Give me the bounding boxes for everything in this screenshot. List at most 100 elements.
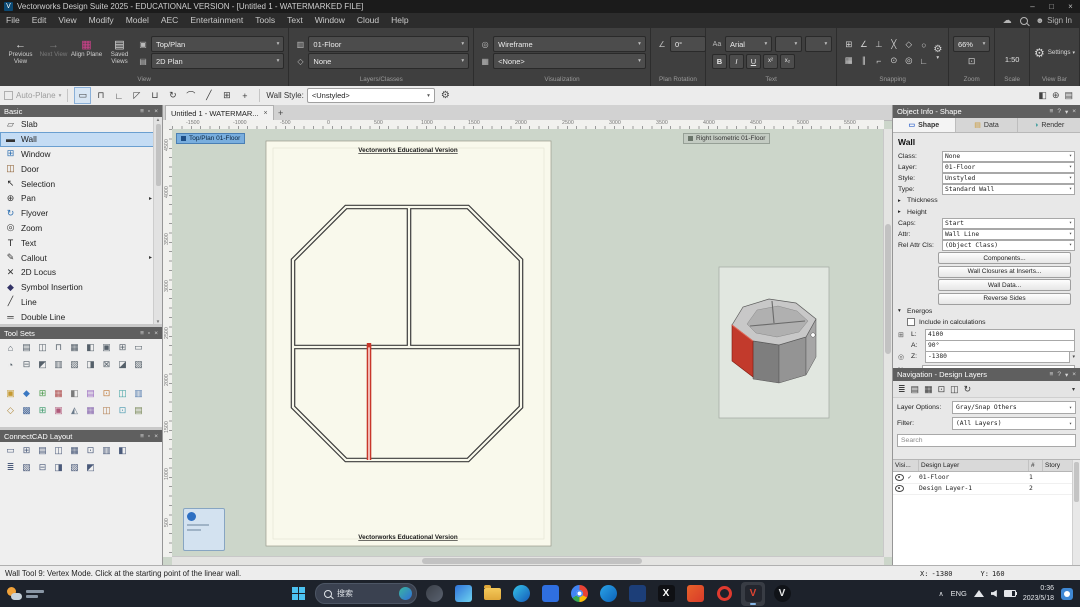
connectcad-icon[interactable]: ▨ [68,461,81,474]
view-mode-dropdown[interactable]: Top/Plan ▾ [151,36,285,52]
palette-close-icon[interactable]: × [154,330,158,337]
toolset-icon[interactable]: ▧ [132,358,145,371]
scale-value[interactable]: 1:50 [999,55,1025,64]
connectcad-icon[interactable]: ⊞ [20,444,33,457]
tray-chevron-icon[interactable]: ∧ [938,590,943,598]
navigation-mode-icon[interactable]: ⊡ [938,384,946,395]
type-dropdown[interactable]: Standard Wall ▾ [942,183,1075,195]
drawing-canvas[interactable]: Vectorworks Educational Version Vectorwo… [172,129,884,557]
menu-aec[interactable]: AEC [155,15,184,25]
horizontal-scrollbar[interactable] [172,556,884,565]
wall-mode-icon[interactable]: ⊞ [218,87,235,104]
taskbar-app-icon[interactable] [422,582,446,606]
wall-mode-icon[interactable]: ⊔ [146,87,163,104]
auto-plane-toggle[interactable]: Auto-Plane ▾ [4,91,61,100]
zoom-level-dropdown[interactable]: 66% ▾ [952,36,991,52]
toolset-icon[interactable]: ◭ [68,404,81,417]
cloud-icon[interactable]: ☁ [1003,15,1012,26]
connectcad-icon[interactable]: ⊟ [36,461,49,474]
rel-attr-dropdown[interactable]: (Object Class) ▾ [942,239,1075,251]
language-indicator[interactable]: ENG [951,589,967,598]
tab-render[interactable]: ◑ Render [1018,118,1080,132]
menu-model[interactable]: Model [120,15,155,25]
menu-tools[interactable]: Tools [249,15,281,25]
components-button[interactable]: Components... [938,252,1071,264]
connectcad-icon[interactable]: ▥ [100,444,113,457]
toolset-icon[interactable]: ⊞ [36,404,49,417]
maximize-button[interactable]: □ [1042,0,1061,13]
navigation-mode-icon[interactable]: ▦ [924,384,933,395]
toolset-icon[interactable]: ⊡ [116,404,129,417]
palette-close-icon[interactable]: × [154,433,158,440]
toolset-icon[interactable]: ⊟ [20,358,33,371]
tool-flyover[interactable]: ↻ Flyover [0,206,154,221]
layer-row[interactable]: Design Layer-1 2 [893,484,1073,495]
tool-window[interactable]: ⊞ Window [0,147,154,162]
snap-mode-icon[interactable]: ∟ [916,53,931,69]
connectcad-icon[interactable]: ◫ [52,444,65,457]
connectcad-icon[interactable]: ▧ [20,461,33,474]
navigation-mode-icon[interactable]: ↻ [964,384,972,395]
length-field[interactable]: 4100 [925,329,1075,341]
toolset-icon[interactable]: ▭ [132,341,145,354]
panel-menu-icon[interactable]: ≡ [1050,371,1054,378]
navigation-header[interactable]: Navigation - Design Layers ≡ ? ▾ × [893,368,1080,381]
toolset-icon[interactable]: ◫ [100,404,113,417]
toolset-icon[interactable]: ⊓ [52,341,65,354]
menu-window[interactable]: Window [309,15,351,25]
wall-data-button[interactable]: Wall Data... [938,279,1071,291]
toolset-icon[interactable]: ◧ [68,387,81,400]
toolset-icon[interactable]: ⊡ [100,387,113,400]
plan-rotation-field[interactable]: 0° [669,36,706,52]
wall-mode-icon[interactable]: ⌒ [182,87,199,104]
include-checkbox[interactable] [907,318,915,327]
toolset-icon[interactable]: ▣ [52,404,65,417]
table-scrollbar[interactable] [1072,460,1080,565]
object-info-header[interactable]: Object Info - Shape ≡ ? ▾ × [893,105,1080,118]
connectcad-palette-header[interactable]: ConnectCAD Layout ≡ ▫ × [0,430,162,443]
palette-scrollbar[interactable]: ▲ ▼ [153,117,162,325]
toolset-icon[interactable]: ⊠ [100,358,113,371]
taskbar-app-icon[interactable] [509,582,533,606]
scroll-up-icon[interactable]: ▲ [156,117,160,122]
tool-sets-palette-header[interactable]: Tool Sets ≡ ▫ × [0,327,162,340]
taskbar-app-icon[interactable] [596,582,620,606]
connectcad-icon[interactable]: ◩ [84,461,97,474]
toolset-icon[interactable]: ⊞ [36,387,49,400]
z-field[interactable]: -1380 [925,351,1071,363]
toolset-icon[interactable]: ▤ [84,387,97,400]
previous-view-button[interactable]: ← Previous View [4,39,37,66]
toolset-icon[interactable]: ◔ [4,358,17,371]
style-dropdown[interactable]: Unstyled ▾ [942,172,1075,184]
toolset-icon[interactable]: ◫ [36,341,49,354]
projection-dropdown[interactable]: 2D Plan ▾ [151,53,285,69]
notification-icon[interactable] [1061,587,1073,600]
search-input[interactable]: Search [897,434,1076,447]
wall-mode-icon[interactable]: + [236,87,253,104]
panel-close-icon[interactable]: × [1072,371,1076,378]
column-header-visi[interactable]: Visi... [893,460,919,471]
basic-palette-header[interactable]: Basic ≡ ▫ × [0,105,162,117]
snap-mode-icon[interactable]: ○ [916,37,931,53]
active-layer-dropdown[interactable]: 01-Floor ▾ [308,36,470,52]
tab-shape[interactable]: ▭ Shape [893,118,956,132]
class-dropdown[interactable]: None ▾ [942,150,1075,162]
background-render-dropdown[interactable]: <None> ▾ [493,53,646,69]
caps-dropdown[interactable]: Start ▾ [942,217,1075,229]
layer-options-dropdown[interactable]: Gray/Snap Others ▾ [952,401,1076,414]
grid-mode-icon[interactable]: ⊞ [898,331,911,339]
scrollbar-thumb[interactable] [885,224,891,354]
column-header-story[interactable]: Story [1043,460,1073,471]
connectcad-icon[interactable]: ◧ [116,444,129,457]
taskbar-app-icon[interactable] [538,582,562,606]
palette-menu-icon[interactable]: ≡ [140,433,144,440]
menu-edit[interactable]: Edit [26,15,53,25]
toolset-icon[interactable]: ◩ [36,358,49,371]
navigation-mode-icon[interactable]: ≣ [898,384,906,395]
energos-section[interactable]: ▾ Energos [898,306,1075,317]
font-size-dropdown[interactable]: ▾ [775,36,803,52]
tool-line[interactable]: ╱ Line [0,295,154,310]
tool-callout[interactable]: ✎ Callout ▸ [0,250,154,265]
bold-button[interactable]: B [711,53,727,69]
palette-dock-icon[interactable]: ▫ [148,330,150,337]
